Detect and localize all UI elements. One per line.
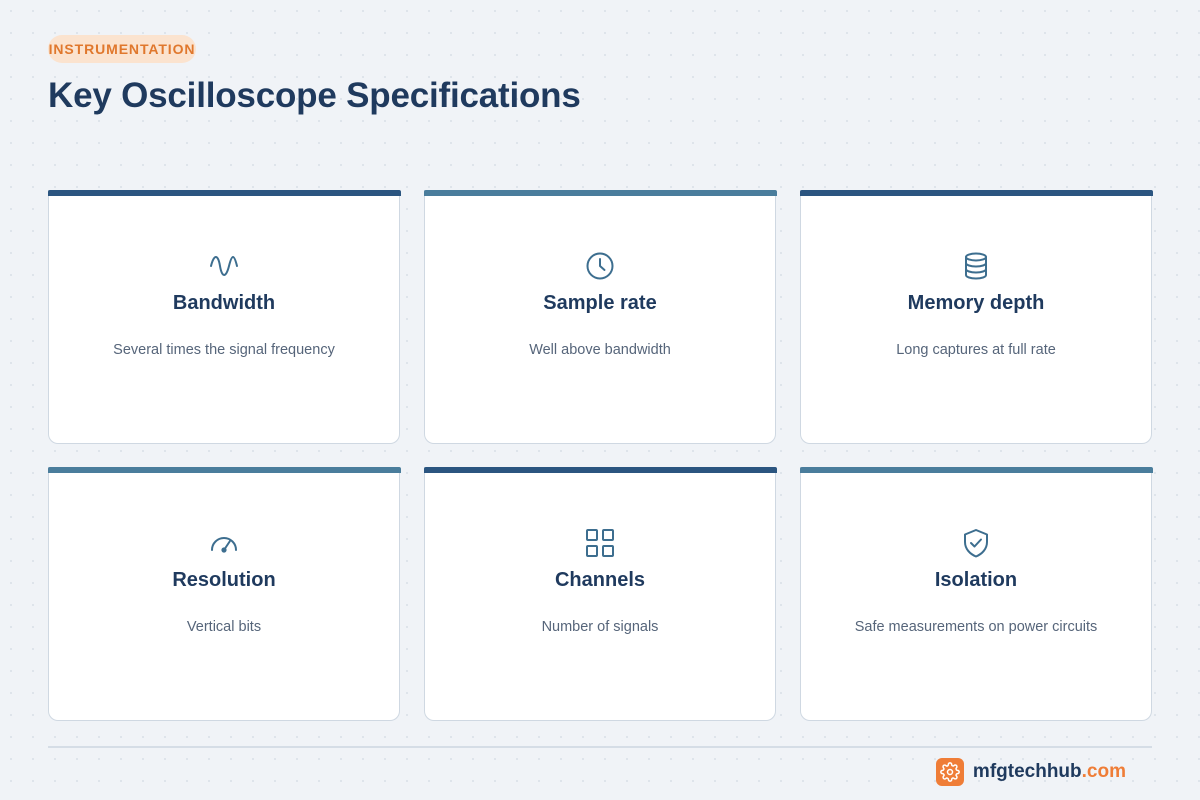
spec-card-memory-depth: Memory depth Long captures at full rate xyxy=(799,190,1153,444)
spec-card-channels: Channels Number of signals xyxy=(423,467,777,721)
card-title: Isolation xyxy=(934,569,1018,591)
card-accent-bar xyxy=(799,467,1153,473)
card-accent-bar xyxy=(423,467,777,473)
card-accent-bar xyxy=(423,190,777,196)
category-badge: INSTRUMENTATION xyxy=(48,35,196,63)
card-accent-bar xyxy=(799,190,1153,196)
card-title: Resolution xyxy=(172,569,276,591)
footer-divider xyxy=(48,746,1152,748)
card-description: Vertical bits xyxy=(186,619,262,635)
card-description: Number of signals xyxy=(541,619,659,635)
sine-wave-icon xyxy=(210,256,238,276)
shield-check-icon xyxy=(964,529,988,558)
card-title: Sample rate xyxy=(543,292,657,314)
card-description: Well above bandwidth xyxy=(529,342,671,358)
card-description: Safe measurements on power circuits xyxy=(854,619,1098,635)
card-title: Memory depth xyxy=(907,292,1045,314)
card-description: Long captures at full rate xyxy=(896,342,1056,358)
card-description: Several times the signal frequency xyxy=(113,342,335,358)
card-accent-bar xyxy=(47,190,401,196)
card-title: Channels xyxy=(554,569,646,591)
grid-icon xyxy=(586,529,614,557)
brand-name: mfgtechhub xyxy=(972,761,1082,782)
spec-card-isolation: Isolation Safe measurements on power cir… xyxy=(799,467,1153,721)
spec-card-bandwidth: Bandwidth Several times the signal frequ… xyxy=(47,190,401,444)
spec-card-sample-rate: Sample rate Well above bandwidth xyxy=(423,190,777,444)
gauge-icon xyxy=(211,537,237,553)
database-icon xyxy=(965,252,987,280)
card-title: Bandwidth xyxy=(172,292,276,314)
gear-icon xyxy=(935,758,964,786)
brand-tld: .com xyxy=(1081,761,1126,782)
page-title: Key Oscilloscope Specifications xyxy=(48,76,581,115)
clock-icon xyxy=(586,252,614,280)
spec-card-resolution: Resolution Vertical bits xyxy=(47,467,401,721)
brand-logo[interactable]: mfgtechhub .com xyxy=(935,758,1126,786)
card-accent-bar xyxy=(47,467,401,473)
